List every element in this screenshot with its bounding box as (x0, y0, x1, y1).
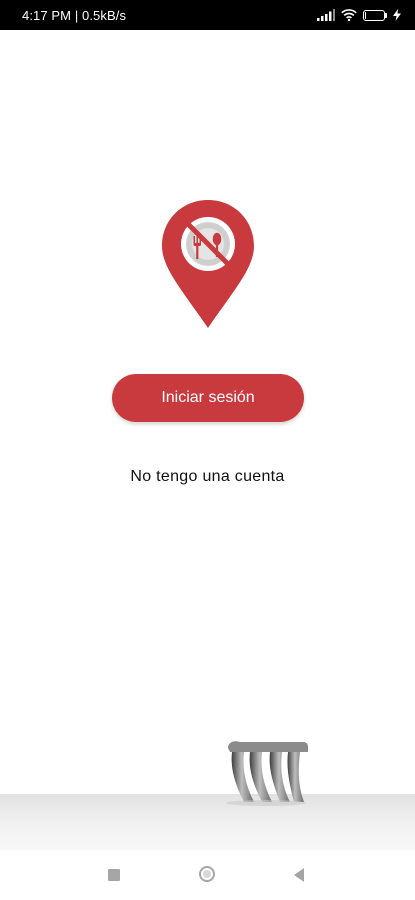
charging-icon (393, 9, 401, 21)
navigation-bar (0, 850, 415, 900)
back-icon[interactable] (294, 868, 304, 882)
home-icon[interactable] (199, 866, 215, 882)
wifi-icon (341, 9, 357, 21)
status-bar: 4:17 PM | 0.5kB/s 7 (0, 0, 415, 30)
fork-image (226, 741, 308, 806)
battery-icon: 7 (363, 9, 387, 21)
map-pin-utensils-icon (162, 200, 254, 328)
no-account-link[interactable]: No tengo una cuenta (0, 468, 415, 486)
status-icons: 7 (317, 9, 401, 21)
login-button[interactable]: Iniciar sesión (112, 374, 304, 422)
status-time-speed: 4:17 PM | 0.5kB/s (22, 7, 127, 23)
battery-level: 7 (371, 9, 377, 20)
recent-apps-icon[interactable] (108, 869, 120, 881)
table-surface (0, 794, 415, 850)
signal-icon (317, 9, 335, 21)
battery-fill (365, 11, 366, 19)
